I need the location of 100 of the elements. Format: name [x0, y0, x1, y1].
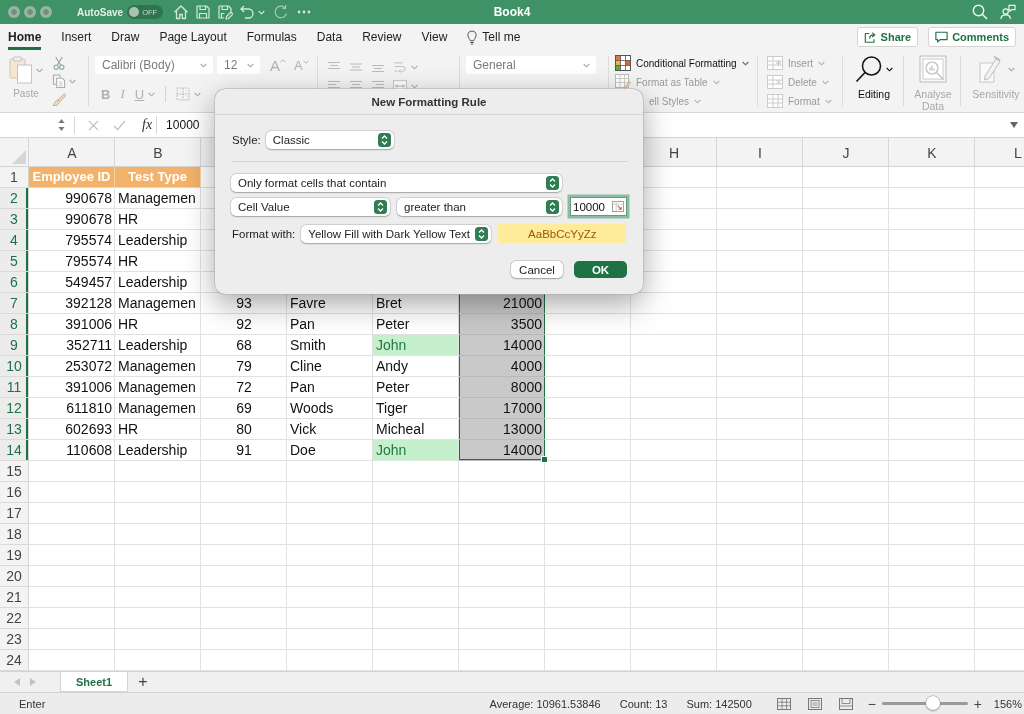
row-header[interactable]: 3 — [0, 209, 29, 230]
table-cell[interactable]: Peter — [373, 377, 459, 398]
format-dropdown[interactable]: Yellow Fill with Dark Yellow Text — [301, 224, 492, 243]
table-cell[interactable]: John — [373, 440, 459, 461]
operand-dropdown[interactable]: Cell Value — [231, 197, 390, 216]
table-cell[interactable]: 8000 — [459, 377, 545, 398]
scissors-icon[interactable] — [52, 56, 66, 70]
cancel-button[interactable]: Cancel — [511, 261, 563, 278]
table-cell[interactable]: Woods — [287, 398, 373, 419]
editing-button[interactable]: Editing — [849, 54, 899, 100]
styles-menu-button[interactable]: Conditional Formatting — [615, 54, 749, 72]
row-header[interactable]: 10 — [0, 356, 29, 377]
table-cell[interactable]: Cline — [287, 356, 373, 377]
table-cell[interactable]: 110608 — [29, 440, 115, 461]
row-header[interactable]: 12 — [0, 398, 29, 419]
table-cell[interactable]: Doe — [287, 440, 373, 461]
table-cell[interactable]: 68 — [201, 335, 287, 356]
search-icon[interactable] — [972, 4, 988, 20]
table-cell[interactable]: 21000 — [459, 293, 545, 314]
row-header[interactable]: 1 — [0, 167, 29, 188]
row-header[interactable]: 8 — [0, 314, 29, 335]
row-header[interactable]: 4 — [0, 230, 29, 251]
ribbon-tab[interactable]: Formulas — [246, 24, 297, 50]
table-cell[interactable]: 13000 — [459, 419, 545, 440]
table-cell[interactable]: Managemen — [115, 377, 201, 398]
table-cell[interactable]: HR — [115, 419, 201, 440]
ok-button[interactable]: OK — [574, 261, 627, 278]
operator-dropdown[interactable]: greater than — [397, 197, 562, 216]
chevron-down-icon[interactable] — [258, 9, 266, 15]
grid-view-icon[interactable] — [776, 697, 791, 710]
formula-field[interactable]: 10000 — [164, 118, 200, 132]
column-header[interactable]: H — [668, 144, 680, 161]
minimize-button[interactable] — [24, 6, 36, 18]
table-cell[interactable]: 391006 — [29, 314, 115, 335]
table-cell[interactable]: Tiger — [373, 398, 459, 419]
ribbon-tab[interactable]: Review — [362, 24, 402, 50]
table-cell[interactable]: 14000 — [459, 335, 545, 356]
table-cell[interactable]: 352711 — [29, 335, 115, 356]
close-button[interactable] — [8, 6, 20, 18]
fill-handle[interactable] — [541, 456, 548, 463]
table-cell[interactable]: 72 — [201, 377, 287, 398]
table-cell[interactable]: 253072 — [29, 356, 115, 377]
table-cell[interactable]: 17000 — [459, 398, 545, 419]
ribbon-tab[interactable]: Data — [316, 24, 343, 50]
table-cell[interactable]: 3500 — [459, 314, 545, 335]
table-cell[interactable]: Bret — [373, 293, 459, 314]
table-cell[interactable]: Andy — [373, 356, 459, 377]
redo-icon[interactable] — [273, 4, 290, 20]
home-icon[interactable] — [173, 4, 190, 20]
align-middle-icon[interactable] — [349, 61, 363, 73]
table-cell[interactable]: HR — [115, 209, 201, 230]
table-cell[interactable]: 92 — [201, 314, 287, 335]
row-header[interactable]: 14 — [0, 440, 29, 461]
zoom-button[interactable] — [40, 6, 52, 18]
row-header[interactable]: 24 — [0, 650, 29, 671]
triangle-right-icon[interactable] — [30, 678, 36, 686]
zoom-in-button[interactable]: + — [971, 695, 984, 712]
row-header[interactable]: 17 — [0, 503, 29, 524]
table-cell[interactable]: Managemen — [115, 398, 201, 419]
style-dropdown[interactable]: Classic — [265, 131, 394, 149]
table-cell[interactable]: 990678 — [29, 209, 115, 230]
tell-me-button[interactable]: Tell me — [467, 24, 521, 50]
table-cell[interactable]: Leadership — [115, 272, 201, 293]
table-cell[interactable]: Smith — [287, 335, 373, 356]
triangle-down-icon[interactable] — [1010, 122, 1018, 128]
table-cell[interactable]: John — [373, 335, 459, 356]
table-cell[interactable]: 391006 — [29, 377, 115, 398]
page-break-icon[interactable] — [838, 697, 853, 710]
triangle-left-icon[interactable] — [14, 678, 20, 686]
save-as-icon[interactable] — [217, 4, 234, 20]
table-cell[interactable]: Managemen — [115, 188, 201, 209]
save-icon[interactable] — [195, 4, 212, 20]
row-header[interactable]: 7 — [0, 293, 29, 314]
table-cell[interactable]: Micheal — [373, 419, 459, 440]
row-header[interactable]: 6 — [0, 272, 29, 293]
table-cell[interactable]: 602693 — [29, 419, 115, 440]
ribbon-tab[interactable]: Page Layout — [159, 24, 227, 50]
table-cell[interactable]: 93 — [201, 293, 287, 314]
table-cell[interactable]: 795574 — [29, 251, 115, 272]
borders-icon[interactable] — [176, 87, 191, 101]
table-cell[interactable]: 990678 — [29, 188, 115, 209]
table-cell[interactable]: 80 — [201, 419, 287, 440]
row-header[interactable]: 11 — [0, 377, 29, 398]
column-header[interactable]: K — [927, 144, 937, 161]
person-bubble-icon[interactable] — [1000, 4, 1016, 20]
more-icon[interactable] — [297, 10, 312, 14]
comments-button[interactable]: Comments — [928, 27, 1016, 47]
share-button[interactable]: Share — [856, 27, 919, 47]
row-header[interactable]: 20 — [0, 566, 29, 587]
table-cell[interactable]: HR — [115, 251, 201, 272]
table-cell[interactable]: 795574 — [29, 230, 115, 251]
column-header[interactable]: L — [1014, 144, 1022, 161]
page-layout-icon[interactable] — [807, 697, 822, 710]
copy-icon[interactable] — [52, 74, 66, 88]
table-cell[interactable]: Favre — [287, 293, 373, 314]
sheet-tab[interactable]: Sheet1 — [60, 672, 128, 692]
table-cell[interactable]: Peter — [373, 314, 459, 335]
row-header[interactable]: 22 — [0, 608, 29, 629]
ribbon-tab[interactable]: Draw — [111, 24, 140, 50]
row-header[interactable]: 18 — [0, 524, 29, 545]
